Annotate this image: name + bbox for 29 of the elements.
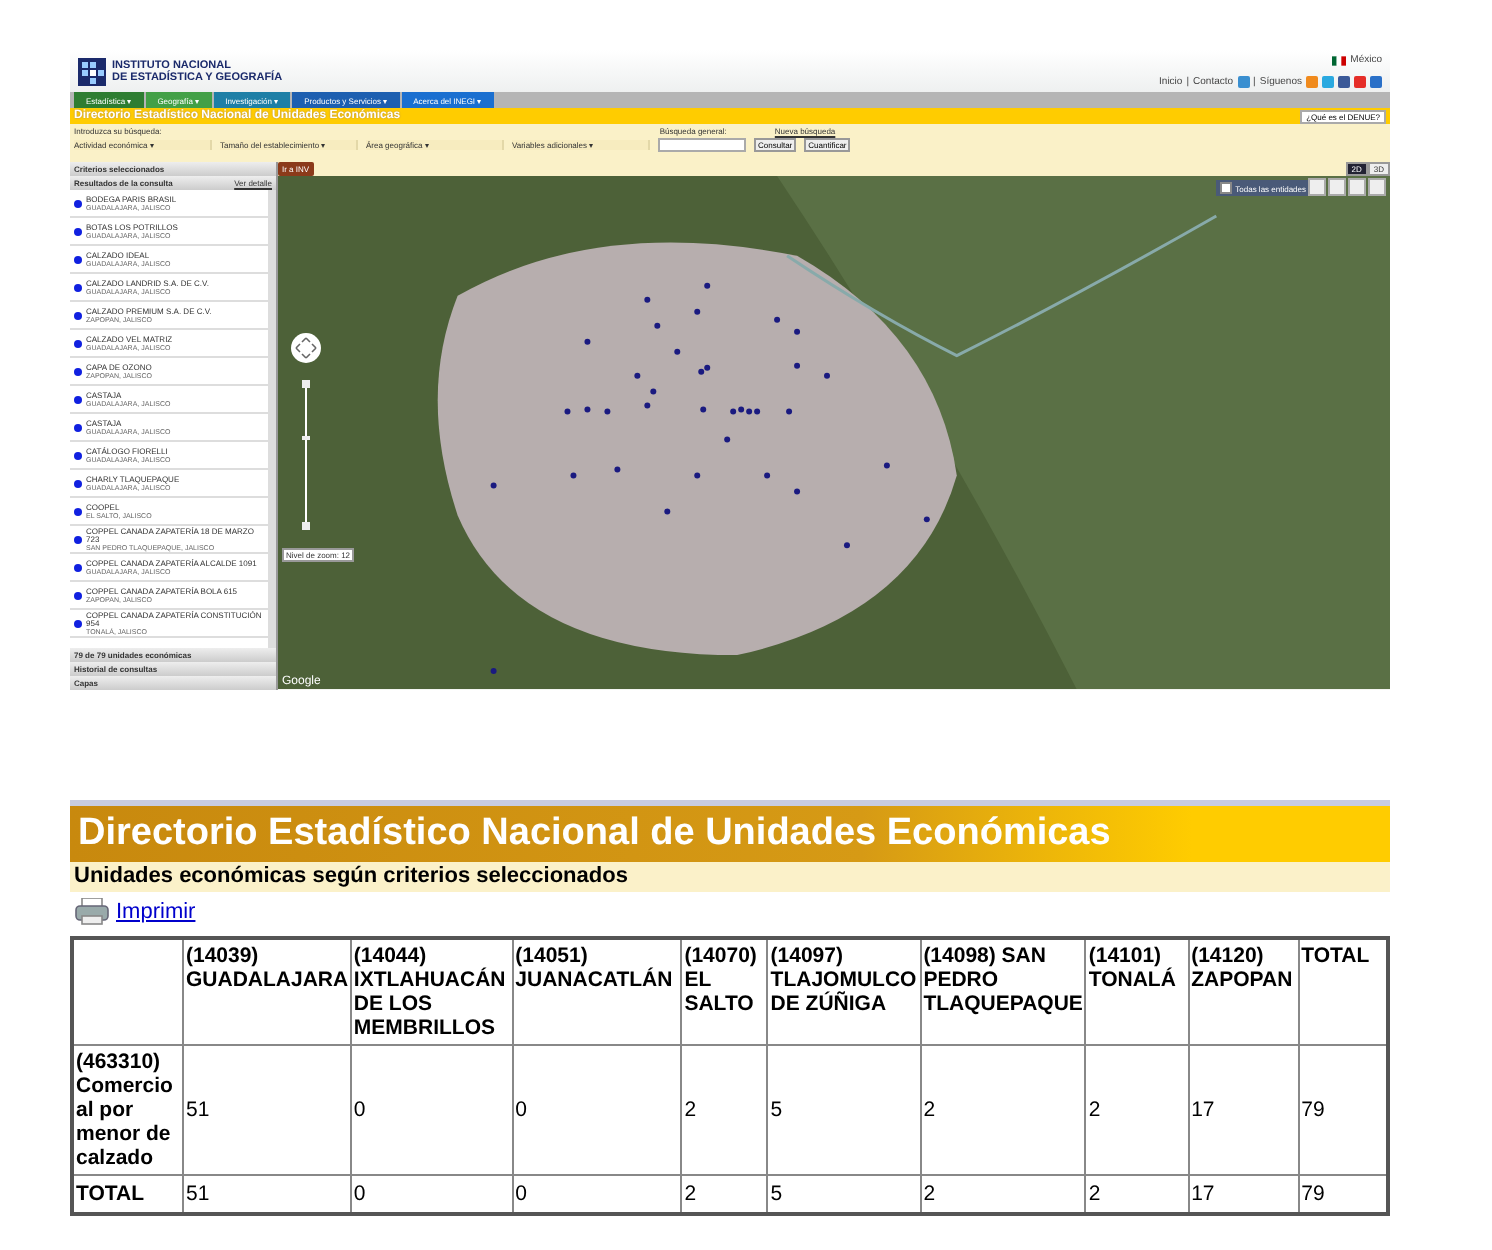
table-cell: 51	[182, 1175, 351, 1214]
table-cell: 17	[1188, 1175, 1299, 1214]
table-cell: 51	[182, 1045, 351, 1175]
table-cell: 0	[512, 1175, 682, 1214]
row-header: (463310) Comercio al por menor de calzado	[72, 1045, 183, 1175]
table-cell: 0	[512, 1045, 682, 1175]
report-subtitle: Unidades económicas según criterios seleccionados	[74, 864, 628, 888]
table-cell: 2	[1085, 1045, 1189, 1175]
table-cell: 2	[681, 1175, 768, 1214]
table-cell: 2	[920, 1045, 1086, 1175]
table-cell: 0	[350, 1175, 513, 1214]
column-header: (14120) ZAPOPAN	[1188, 938, 1299, 1045]
print-link[interactable]: Imprimir	[116, 900, 196, 924]
table-cell: 2	[681, 1045, 768, 1175]
row-header: TOTAL	[72, 1175, 183, 1214]
table-cell: 0	[350, 1045, 513, 1175]
table-cell: 5	[767, 1045, 921, 1175]
table-cell: 17	[1188, 1045, 1299, 1175]
table-cell: 2	[1085, 1175, 1189, 1214]
column-header: (14097) TLAJOMULCO DE ZÚÑIGA	[767, 938, 921, 1045]
column-header: (14070) EL SALTO	[681, 938, 768, 1045]
table-cell: 5	[767, 1175, 921, 1214]
column-header: (14098) SAN PEDRO TLAQUEPAQUE	[920, 938, 1086, 1045]
column-header: (14039) GUADALAJARA	[182, 938, 351, 1045]
column-header: (14101) TONALÁ	[1085, 938, 1189, 1045]
column-header: (14044) IXTLAHUACÁN DE LOS MEMBRILLOS	[350, 938, 513, 1045]
report-title: Directorio Estadístico Nacional de Unidades Económicas	[78, 812, 1111, 856]
column-header: (14051) JUANACATLÁN	[512, 938, 682, 1045]
table-cell: 2	[920, 1175, 1086, 1214]
